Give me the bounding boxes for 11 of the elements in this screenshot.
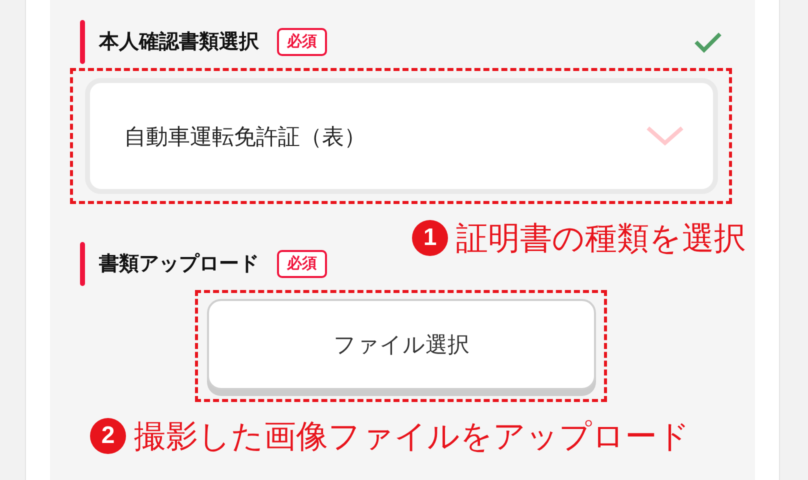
section-title: 書類アップロード (99, 252, 259, 277)
required-badge: 必須 (277, 250, 327, 278)
annotation-text: 証明書の種類を選択 (456, 219, 746, 258)
chevron-down-icon (645, 124, 685, 148)
section-title: 本人確認書類選択 (99, 30, 259, 55)
accent-bar (80, 20, 85, 64)
select-value: 自動車運転免許証（表） (124, 122, 367, 150)
required-badge: 必須 (277, 28, 327, 56)
accent-bar (80, 242, 85, 286)
annotation-text: 撮影した画像ファイルをアップロード (134, 417, 690, 456)
document-select[interactable]: 自動車運転免許証（表） (85, 78, 718, 194)
